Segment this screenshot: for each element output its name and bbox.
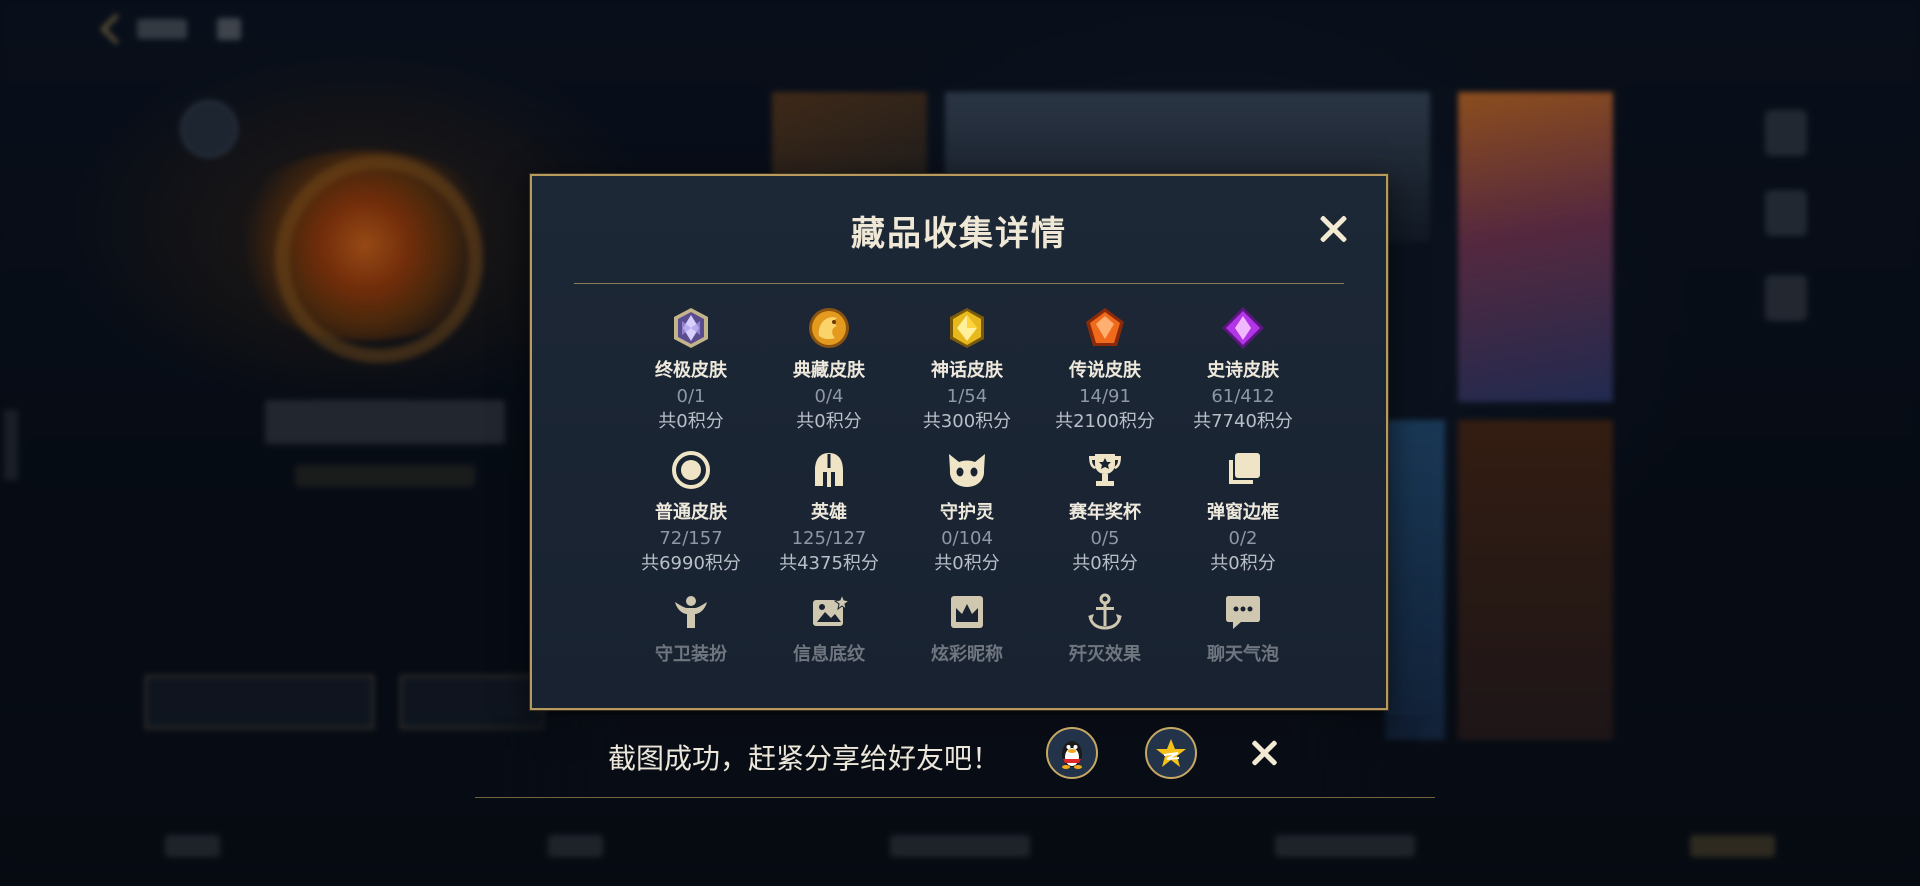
item-points: 共0积分 — [1072, 553, 1138, 574]
item-count: 72/157 — [659, 528, 723, 549]
share-bar: 截图成功，赶紧分享给好友吧！ — [475, 715, 1435, 798]
item-points: 共300积分 — [922, 411, 1012, 432]
collection-item[interactable]: 史诗皮肤 61/412 共7740积分 — [1174, 306, 1312, 434]
item-name: 典藏皮肤 — [793, 360, 865, 381]
collection-item[interactable]: 歼灭效果 — [1036, 590, 1174, 666]
item-name: 传说皮肤 — [1069, 360, 1141, 381]
ultimate-skin-gem-icon — [669, 306, 713, 350]
item-count: 0/2 — [1228, 528, 1258, 549]
item-count: 0/104 — [941, 528, 993, 549]
item-name: 普通皮肤 — [655, 502, 727, 523]
collection-item[interactable]: 传说皮肤 14/91 共2100积分 — [1036, 306, 1174, 434]
popup-frame-icon — [1221, 448, 1265, 492]
collection-skin-dragon-icon — [807, 306, 851, 350]
item-points: 共4375积分 — [779, 553, 879, 574]
collection-item[interactable]: 典藏皮肤 0/4 共0积分 — [760, 306, 898, 434]
title-divider — [574, 283, 1344, 284]
hero-helmet-icon — [807, 448, 851, 492]
item-name: 炫彩昵称 — [931, 644, 1003, 665]
collection-item[interactable]: 英雄 125/127 共4375积分 — [760, 448, 898, 576]
item-count: 125/127 — [791, 528, 867, 549]
normal-skin-circle-icon — [669, 448, 713, 492]
mythic-skin-gem-icon — [945, 306, 989, 350]
collection-item[interactable]: 普通皮肤 72/157 共6990积分 — [622, 448, 760, 576]
item-count: 1/54 — [946, 386, 988, 407]
item-name: 信息底纹 — [793, 644, 865, 665]
season-trophy-icon — [1083, 448, 1127, 492]
modal-close-icon[interactable] — [1318, 214, 1348, 244]
collection-item[interactable]: 赛年奖杯 0/5 共0积分 — [1036, 448, 1174, 576]
collection-item[interactable]: 守护灵 0/104 共0积分 — [898, 448, 1036, 576]
item-count: 0/4 — [814, 386, 844, 407]
modal-title: 藏品收集详情 — [851, 214, 1067, 254]
item-points: 共0积分 — [1210, 553, 1276, 574]
item-count: 0/1 — [676, 386, 706, 407]
collection-item[interactable]: 炫彩昵称 — [898, 590, 1036, 666]
info-background-icon — [807, 590, 851, 634]
collection-item[interactable]: 终极皮肤 0/1 共0积分 — [622, 306, 760, 434]
item-points: 共2100积分 — [1055, 411, 1155, 432]
item-count: 61/412 — [1211, 386, 1275, 407]
share-qq-button[interactable] — [1046, 727, 1098, 779]
item-name: 歼灭效果 — [1069, 644, 1141, 665]
item-name: 聊天气泡 — [1207, 644, 1279, 665]
item-name: 守护灵 — [940, 502, 994, 523]
share-message: 截图成功，赶紧分享给好友吧！ — [608, 742, 1001, 775]
share-close-icon[interactable] — [1250, 739, 1278, 767]
collection-item[interactable]: 守卫装扮 — [622, 590, 760, 666]
item-points: 共6990积分 — [641, 553, 741, 574]
collection-item[interactable]: 弹窗边框 0/2 共0积分 — [1174, 448, 1312, 576]
item-name: 终极皮肤 — [655, 360, 727, 381]
qzone-star-icon — [1156, 739, 1186, 767]
qq-penguin-icon — [1062, 741, 1082, 769]
guardian-spirit-icon — [945, 448, 989, 492]
item-name: 神话皮肤 — [931, 360, 1003, 381]
item-name: 赛年奖杯 — [1069, 502, 1141, 523]
colorful-nickname-icon — [945, 590, 989, 634]
item-points: 共7740积分 — [1193, 411, 1293, 432]
guardian-outfit-icon — [669, 590, 713, 634]
item-name: 守卫装扮 — [655, 644, 727, 665]
item-count: 14/91 — [1079, 386, 1131, 407]
item-name: 弹窗边框 — [1207, 502, 1279, 523]
item-name: 英雄 — [811, 502, 847, 523]
annihilation-effect-icon — [1083, 590, 1127, 634]
chat-bubble-icon — [1221, 590, 1265, 634]
item-count: 0/5 — [1090, 528, 1120, 549]
collection-item[interactable]: 信息底纹 — [760, 590, 898, 666]
collection-item[interactable]: 神话皮肤 1/54 共300积分 — [898, 306, 1036, 434]
collection-details-modal: 藏品收集详情 终极皮肤 0/1 共0积分 典藏皮肤 0/4 共0积分 神话皮肤 … — [530, 174, 1388, 710]
legendary-skin-gem-icon — [1083, 306, 1127, 350]
collection-item[interactable]: 聊天气泡 — [1174, 590, 1312, 666]
item-points: 共0积分 — [934, 553, 1000, 574]
share-qzone-button[interactable] — [1145, 727, 1197, 779]
item-points: 共0积分 — [658, 411, 724, 432]
item-name: 史诗皮肤 — [1207, 360, 1279, 381]
epic-skin-gem-icon — [1221, 306, 1265, 350]
item-points: 共0积分 — [796, 411, 862, 432]
